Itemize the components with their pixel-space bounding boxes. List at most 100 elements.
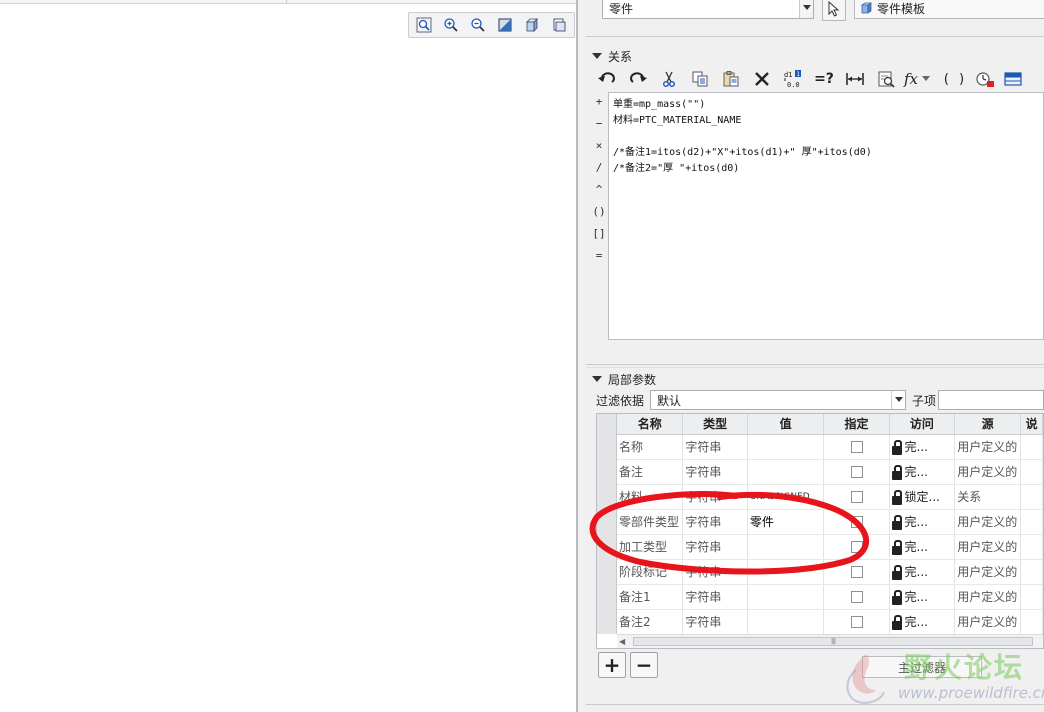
operator-plus[interactable]: + (592, 96, 606, 118)
param-name-cell[interactable]: 备注 (617, 459, 684, 485)
param-type-cell[interactable]: 字符串 (682, 484, 748, 510)
designate-checkbox[interactable] (850, 466, 863, 478)
param-value-cell[interactable] (747, 584, 825, 610)
param-description-cell[interactable] (1020, 609, 1043, 635)
param-type-cell[interactable]: 字符串 (682, 609, 748, 635)
object-type-select[interactable]: 零件 (602, 0, 814, 19)
main-filter-button[interactable]: 主过滤器 (862, 656, 982, 678)
param-type-cell[interactable]: 字符串 (682, 509, 748, 535)
param-access-cell[interactable]: 锁定... (889, 484, 956, 510)
evaluate-icon[interactable]: =? (809, 67, 839, 91)
param-source-cell[interactable]: 用户定义的 (954, 559, 1022, 585)
param-designate-cell[interactable] (823, 484, 890, 510)
insert-dimension-icon[interactable] (840, 67, 870, 91)
param-source-cell[interactable]: 用户定义的 (954, 459, 1022, 485)
column-header-name[interactable]: 名称 (617, 414, 684, 435)
operator-multiply[interactable]: × (592, 140, 606, 162)
operator-minus[interactable]: − (592, 118, 606, 140)
display-style-icon[interactable] (519, 14, 545, 36)
delete-icon[interactable] (747, 67, 777, 91)
table-row[interactable]: 备注1 字符串 完... 用户定义的 (617, 584, 1043, 610)
redo-icon[interactable] (623, 67, 653, 91)
column-header-source[interactable]: 源 (954, 414, 1022, 435)
zoom-in-icon[interactable] (438, 14, 464, 36)
param-source-cell[interactable]: 关系 (954, 484, 1022, 510)
param-value-cell[interactable] (747, 534, 825, 560)
param-designate-cell[interactable] (823, 509, 890, 535)
horizontal-scrollbar[interactable]: ◀ |||| (617, 634, 1043, 648)
part-template-button[interactable]: 零件模板 (854, 0, 1044, 19)
zoom-out-icon[interactable] (465, 14, 491, 36)
verify-icon[interactable] (871, 67, 901, 91)
param-source-cell[interactable]: 用户定义的 (954, 509, 1022, 535)
repaint-icon[interactable] (492, 14, 518, 36)
saved-views-icon[interactable] (546, 14, 572, 36)
param-name-cell[interactable]: 材料 (617, 484, 684, 510)
param-designate-cell[interactable] (823, 459, 890, 485)
param-description-cell[interactable] (1020, 534, 1043, 560)
param-description-cell[interactable] (1020, 434, 1043, 460)
param-access-cell[interactable]: 完... (889, 609, 956, 635)
designate-checkbox[interactable] (850, 566, 863, 578)
param-access-cell[interactable]: 完... (889, 584, 956, 610)
param-description-cell[interactable] (1020, 584, 1043, 610)
sub-items-field[interactable] (938, 390, 1044, 410)
param-value-cell[interactable]: 零件 (747, 509, 825, 535)
param-designate-cell[interactable] (823, 534, 890, 560)
param-source-cell[interactable]: 用户定义的 (954, 534, 1022, 560)
param-name-cell[interactable]: 加工类型 (617, 534, 684, 560)
param-designate-cell[interactable] (823, 584, 890, 610)
table-row[interactable]: 备注2 字符串 完... 用户定义的 (617, 609, 1043, 635)
operator-equals[interactable]: = (592, 250, 606, 272)
column-header-access[interactable]: 访问 (889, 414, 956, 435)
designate-checkbox[interactable] (850, 441, 863, 453)
param-access-cell[interactable]: 完... (889, 534, 956, 560)
dimension-display-icon[interactable]: d1 1 0.0 (778, 67, 808, 91)
scroll-left-icon[interactable]: ◀ (619, 637, 629, 647)
designate-checkbox[interactable] (850, 616, 863, 628)
paste-icon[interactable] (716, 67, 746, 91)
param-description-cell[interactable] (1020, 459, 1043, 485)
param-name-cell[interactable]: 阶段标记 (617, 559, 684, 585)
table-row[interactable]: 零部件类型 字符串 零件 完... 用户定义的 (617, 509, 1043, 535)
param-value-cell[interactable] (747, 434, 825, 460)
param-value-cell[interactable] (747, 559, 825, 585)
column-header-description[interactable]: 说 (1020, 414, 1043, 435)
param-access-cell[interactable]: 完... (889, 434, 956, 460)
brackets-icon[interactable]: ( ) (939, 67, 969, 91)
designate-checkbox[interactable] (850, 516, 863, 528)
sort-icon[interactable] (970, 67, 1000, 91)
param-type-cell[interactable]: 字符串 (682, 584, 748, 610)
param-access-cell[interactable]: 完... (889, 559, 956, 585)
param-source-cell[interactable]: 用户定义的 (954, 584, 1022, 610)
designate-checkbox[interactable] (850, 541, 863, 553)
operator-parentheses[interactable]: () (592, 206, 606, 228)
table-row[interactable]: 加工类型 字符串 完... 用户定义的 (617, 534, 1043, 560)
param-source-cell[interactable]: 用户定义的 (954, 434, 1022, 460)
column-header-value[interactable]: 值 (747, 414, 825, 435)
table-row[interactable]: 阶段标记 字符串 完... 用户定义的 (617, 559, 1043, 585)
copy-icon[interactable] (685, 67, 715, 91)
local-params-section-toggle[interactable]: 局部参数 (592, 371, 656, 387)
cut-icon[interactable] (654, 67, 684, 91)
param-value-cell[interactable] (747, 459, 825, 485)
designate-checkbox[interactable] (850, 491, 863, 503)
graphics-window[interactable] (0, 0, 576, 712)
operator-brackets[interactable]: [] (592, 228, 606, 250)
designate-checkbox[interactable] (850, 591, 863, 603)
param-designate-cell[interactable] (823, 559, 890, 585)
table-row[interactable]: 材料 字符串 UNASSIGNED 锁定... 关系 (617, 484, 1043, 510)
param-type-cell[interactable]: 字符串 (682, 459, 748, 485)
param-access-cell[interactable]: 完... (889, 509, 956, 535)
param-access-cell[interactable]: 完... (889, 459, 956, 485)
param-description-cell[interactable] (1020, 484, 1043, 510)
add-parameter-button[interactable]: + (598, 652, 626, 678)
param-description-cell[interactable] (1020, 509, 1043, 535)
param-name-cell[interactable]: 零部件类型 (617, 509, 684, 535)
remove-parameter-button[interactable]: − (630, 652, 658, 678)
undo-icon[interactable] (592, 67, 622, 91)
operator-divide[interactable]: / (592, 162, 606, 184)
operator-power[interactable]: ^ (592, 184, 606, 206)
param-value-cell[interactable]: UNASSIGNED (747, 484, 825, 510)
param-source-cell[interactable]: 用户定义的 (954, 609, 1022, 635)
